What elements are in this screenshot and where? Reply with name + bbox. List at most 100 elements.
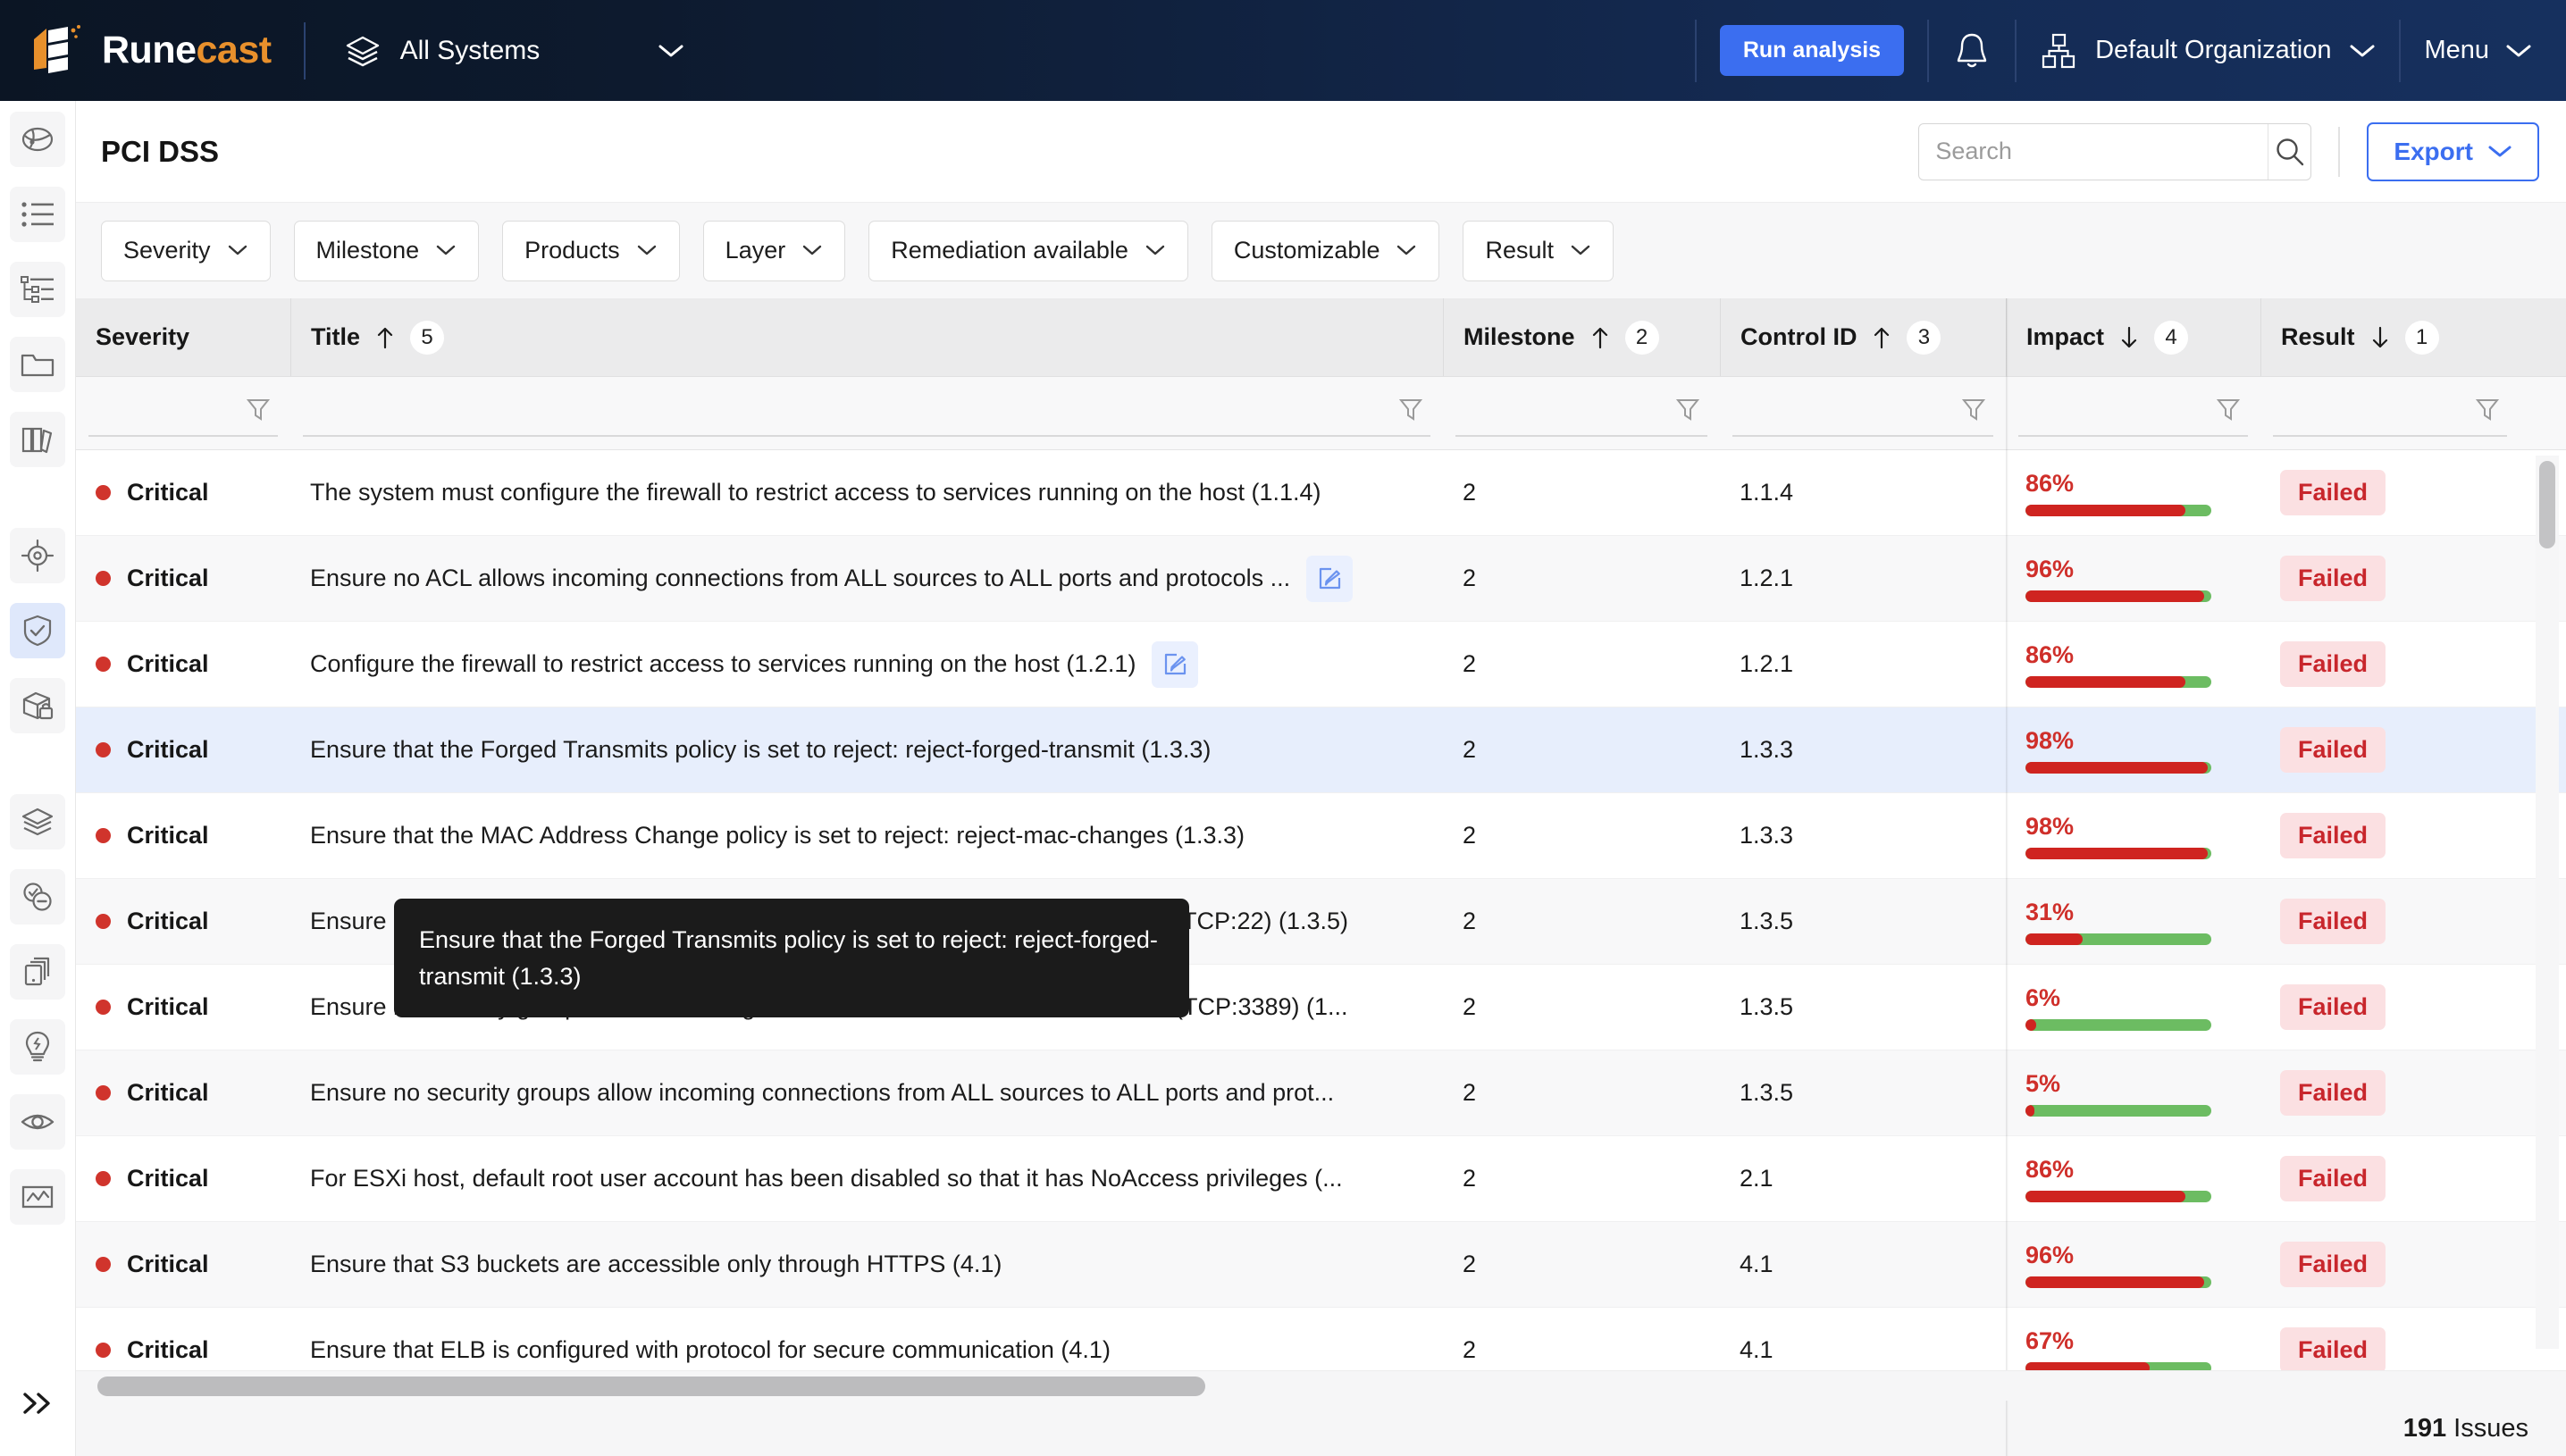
sidebar-item-target[interactable] xyxy=(10,528,65,583)
cell-title: Ensure that ELB is configured with proto… xyxy=(290,1336,1443,1364)
search-input[interactable] xyxy=(1919,123,2268,180)
cell-result: Failed xyxy=(2260,727,2520,773)
sidebar-item-discovery[interactable] xyxy=(10,112,65,167)
sidebar-item-list[interactable] xyxy=(10,187,65,242)
table-header-row: Severity Title 5 Milestone 2 Control ID … xyxy=(76,298,2566,377)
title-text: Ensure no ACL allows incoming connection… xyxy=(310,565,1291,591)
severity-label: Critical xyxy=(127,736,209,763)
cell-milestone: 2 xyxy=(1463,993,1477,1020)
column-filter-impact[interactable] xyxy=(2006,377,2260,449)
table-row[interactable]: Critical For ESXi host, default root user… xyxy=(76,1136,2566,1222)
table-row[interactable]: Critical Ensure no ACL allows incoming co… xyxy=(76,536,2566,622)
column-filter-result[interactable] xyxy=(2260,377,2520,449)
sidebar-item-check-exclude[interactable] xyxy=(10,869,65,925)
funnel-icon[interactable] xyxy=(2216,396,2241,423)
cell-milestone: 2 xyxy=(1463,1251,1477,1277)
cell-result: Failed xyxy=(2260,556,2520,601)
horizontal-scrollbar-thumb[interactable] xyxy=(97,1377,1205,1396)
column-header-result-label: Result xyxy=(2281,323,2355,350)
cell-result: Failed xyxy=(2260,1156,2520,1201)
table-row[interactable]: Critical Ensure that S3 buckets are acces… xyxy=(76,1222,2566,1308)
menu-dropdown[interactable]: Menu xyxy=(2424,36,2532,65)
column-header-control-id[interactable]: Control ID 3 xyxy=(1720,298,2006,376)
column-header-severity[interactable]: Severity xyxy=(76,298,290,376)
cell-impact: 5% xyxy=(2006,1070,2260,1117)
table-row[interactable]: Critical Ensure that the MAC Address Chan… xyxy=(76,793,2566,879)
header-divider-3 xyxy=(1927,19,1930,82)
filter-customizable[interactable]: Customizable xyxy=(1211,220,1440,281)
sidebar-item-library[interactable] xyxy=(10,412,65,467)
table-row[interactable]: Critical Configure the firewall to restri… xyxy=(76,622,2566,707)
sidebar-item-folder[interactable] xyxy=(10,337,65,392)
horizontal-scrollbar[interactable] xyxy=(76,1370,2566,1401)
filter-result[interactable]: Result xyxy=(1463,220,1614,281)
cell-control-id: 1.3.3 xyxy=(1740,822,1794,849)
column-filter-severity[interactable] xyxy=(76,377,290,449)
sidebar-item-insights[interactable] xyxy=(10,1019,65,1075)
column-filter-title[interactable] xyxy=(290,377,1443,449)
column-filter-milestone[interactable] xyxy=(1443,377,1720,449)
column-header-result[interactable]: Result 1 xyxy=(2260,298,2520,376)
impact-progress-fill xyxy=(2025,1190,2185,1202)
filter-layer[interactable]: Layer xyxy=(702,220,846,281)
cell-milestone: 2 xyxy=(1463,650,1477,677)
filter-products[interactable]: Products xyxy=(502,220,680,281)
sidebar-item-layers[interactable] xyxy=(10,794,65,849)
result-badge: Failed xyxy=(2280,1242,2386,1287)
organization-label: Default Organization xyxy=(2095,36,2332,64)
cell-severity: Critical xyxy=(76,565,290,592)
left-sidebar xyxy=(0,101,76,1456)
result-badge: Failed xyxy=(2280,470,2386,515)
column-header-milestone[interactable]: Milestone 2 xyxy=(1443,298,1720,376)
column-filter-control-id[interactable] xyxy=(1720,377,2006,449)
cell-impact: 86% xyxy=(2006,470,2260,516)
funnel-icon[interactable] xyxy=(246,396,271,423)
cell-title: For ESXi host, default root user account… xyxy=(290,1165,1443,1192)
sidebar-item-secure-box[interactable] xyxy=(10,678,65,733)
target-icon xyxy=(21,539,55,573)
layers-icon xyxy=(21,807,54,836)
notifications-bell-icon[interactable] xyxy=(1952,30,1992,71)
system-selector[interactable]: All Systems xyxy=(345,35,685,67)
sidebar-item-security-compliance[interactable] xyxy=(10,603,65,658)
impact-progress-bar xyxy=(2025,933,2211,945)
impact-progress-bar xyxy=(2025,590,2211,602)
cell-severity: Critical xyxy=(76,1165,290,1192)
impact-percent: 86% xyxy=(2025,1155,2075,1183)
funnel-icon[interactable] xyxy=(1398,396,1423,423)
funnel-icon[interactable] xyxy=(2475,396,2500,423)
organization-selector[interactable]: Default Organization xyxy=(2040,31,2376,71)
run-analysis-button[interactable]: Run analysis xyxy=(1719,25,1905,76)
brand-logo-area[interactable]: Runecast xyxy=(29,23,272,79)
export-button[interactable]: Export xyxy=(2367,121,2539,181)
filter-severity[interactable]: Severity xyxy=(101,220,271,281)
search-box[interactable] xyxy=(1918,122,2312,180)
edit-rule-button[interactable] xyxy=(1152,640,1199,688)
funnel-icon[interactable] xyxy=(1675,396,1700,423)
search-button[interactable] xyxy=(2268,123,2310,180)
funnel-icon[interactable] xyxy=(1961,396,1986,423)
cell-title: The system must configure the firewall t… xyxy=(290,479,1443,506)
vertical-scrollbar-thumb[interactable] xyxy=(2539,461,2555,548)
shield-check-icon xyxy=(23,615,52,647)
filter-remediation-available[interactable]: Remediation available xyxy=(868,220,1188,281)
sidebar-item-watch[interactable] xyxy=(10,1094,65,1150)
status-bar: 191 Issues xyxy=(76,1401,2566,1456)
table-row[interactable]: Critical Ensure that the Forged Transmits… xyxy=(76,707,2566,793)
sort-descending-icon xyxy=(2372,326,2387,347)
cell-severity: Critical xyxy=(76,993,290,1021)
system-selector-label: All Systems xyxy=(399,35,541,65)
filter-milestone[interactable]: Milestone xyxy=(293,220,480,281)
edit-rule-button[interactable] xyxy=(1306,555,1354,602)
table-row[interactable]: Critical Ensure no security groups allow … xyxy=(76,1050,2566,1136)
sidebar-item-reports[interactable] xyxy=(10,1169,65,1225)
table-row[interactable]: Critical The system must configure the fi… xyxy=(76,450,2566,536)
impact-percent: 31% xyxy=(2025,898,2075,925)
sidebar-expand-button[interactable] xyxy=(10,1376,65,1431)
sidebar-item-hierarchy[interactable] xyxy=(10,262,65,317)
column-header-title[interactable]: Title 5 xyxy=(290,298,1443,376)
sidebar-item-copies[interactable] xyxy=(10,944,65,1000)
column-header-impact[interactable]: Impact 4 xyxy=(2006,298,2260,376)
title-text: Configure the firewall to restrict acces… xyxy=(310,650,1136,677)
vertical-scrollbar[interactable] xyxy=(2536,456,2559,1349)
